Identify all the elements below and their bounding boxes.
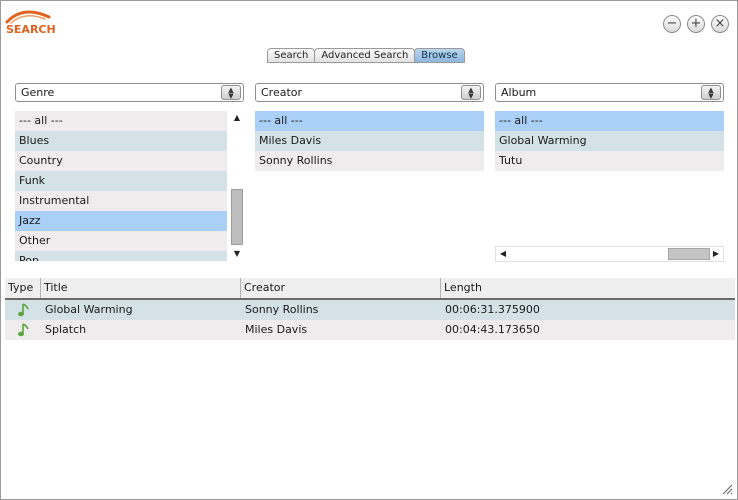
type-cell <box>5 300 41 320</box>
search-mode-tabs: Search Advanced Search Browse <box>267 48 465 63</box>
scroll-right-arrow-icon[interactable]: ▶ <box>709 247 723 261</box>
logo-text: SEARCH <box>6 23 56 36</box>
column-header-type[interactable]: Type <box>5 278 41 298</box>
resize-grip-icon[interactable] <box>721 483 733 495</box>
genre-list-scrollbar[interactable]: ▲ ▼ <box>230 111 244 261</box>
music-note-icon <box>18 303 29 317</box>
list-item[interactable]: Instrumental <box>15 191 227 211</box>
title-cell: Splatch <box>45 323 87 336</box>
genre-list: --- all --- Blues Country Funk Instrumen… <box>15 111 227 261</box>
album-list-hscrollbar[interactable]: ◀ ▶ <box>495 246 724 262</box>
list-item[interactable]: Sonny Rollins <box>255 151 484 171</box>
scrollbar-thumb[interactable] <box>668 248 710 260</box>
close-icon: × <box>714 16 726 31</box>
title-cell: Global Warming <box>45 303 133 316</box>
type-cell <box>5 320 41 340</box>
column-header-creator[interactable]: Creator <box>241 278 441 298</box>
list-item[interactable]: --- all --- <box>15 111 227 131</box>
list-item[interactable]: Other <box>15 231 227 251</box>
minimize-icon: − <box>666 16 678 31</box>
minimize-button[interactable]: − <box>663 15 681 33</box>
list-item[interactable]: Blues <box>15 131 227 151</box>
close-button[interactable]: × <box>711 15 729 33</box>
chevron-updown-icon[interactable]: ▲ ▼ <box>221 85 241 100</box>
creator-list: --- all --- Miles Davis Sonny Rollins <box>255 111 484 171</box>
maximize-icon: + <box>690 16 702 31</box>
tab-advanced-search[interactable]: Advanced Search <box>314 48 416 63</box>
scroll-down-arrow-icon[interactable]: ▼ <box>230 247 244 261</box>
album-dropdown[interactable]: Album ▲ ▼ <box>495 83 724 102</box>
creator-cell: Miles Davis <box>245 323 308 336</box>
length-cell: 00:04:43.173650 <box>445 323 540 336</box>
search-window: SEARCH − + × Search Advanced Search Brow… <box>0 0 738 500</box>
scroll-up-arrow-icon[interactable]: ▲ <box>230 111 244 125</box>
search-logo: SEARCH <box>5 5 56 37</box>
column-header-length[interactable]: Length <box>441 278 735 298</box>
tab-search[interactable]: Search <box>267 48 316 63</box>
tab-browse[interactable]: Browse <box>414 48 465 63</box>
genre-dropdown-label: Genre <box>21 86 55 99</box>
list-item[interactable]: Global Warming <box>495 131 724 151</box>
length-cell: 00:06:31.375900 <box>445 303 540 316</box>
column-header-title[interactable]: Title <box>41 278 241 298</box>
music-note-icon <box>18 323 29 337</box>
list-item[interactable]: Country <box>15 151 227 171</box>
list-item[interactable]: Funk <box>15 171 227 191</box>
album-dropdown-label: Album <box>501 86 537 99</box>
album-list: --- all --- Global Warming Tutu <box>495 111 724 171</box>
creator-dropdown-label: Creator <box>261 86 303 99</box>
chevron-updown-icon[interactable]: ▲ ▼ <box>701 85 721 100</box>
chevron-updown-icon[interactable]: ▲ ▼ <box>461 85 481 100</box>
list-item[interactable]: Pop <box>15 251 227 261</box>
creator-dropdown[interactable]: Creator ▲ ▼ <box>255 83 484 102</box>
logo-swoosh-icon <box>5 10 51 24</box>
genre-dropdown[interactable]: Genre ▲ ▼ <box>15 83 244 102</box>
list-item-selected[interactable]: --- all --- <box>255 111 484 131</box>
list-item[interactable]: Tutu <box>495 151 724 171</box>
results-table: Type Title Creator Length Global Warming… <box>5 278 735 340</box>
list-item-selected[interactable]: --- all --- <box>495 111 724 131</box>
scroll-left-arrow-icon[interactable]: ◀ <box>496 247 510 261</box>
table-header: Type Title Creator Length <box>5 278 735 300</box>
scrollbar-thumb[interactable] <box>231 189 243 245</box>
creator-cell: Sonny Rollins <box>245 303 319 316</box>
list-item[interactable]: Miles Davis <box>255 131 484 151</box>
table-row[interactable]: Splatch Miles Davis 00:04:43.173650 <box>5 320 735 340</box>
table-row[interactable]: Global Warming Sonny Rollins 00:06:31.37… <box>5 300 735 320</box>
list-item-selected[interactable]: Jazz <box>15 211 227 231</box>
maximize-button[interactable]: + <box>687 15 705 33</box>
